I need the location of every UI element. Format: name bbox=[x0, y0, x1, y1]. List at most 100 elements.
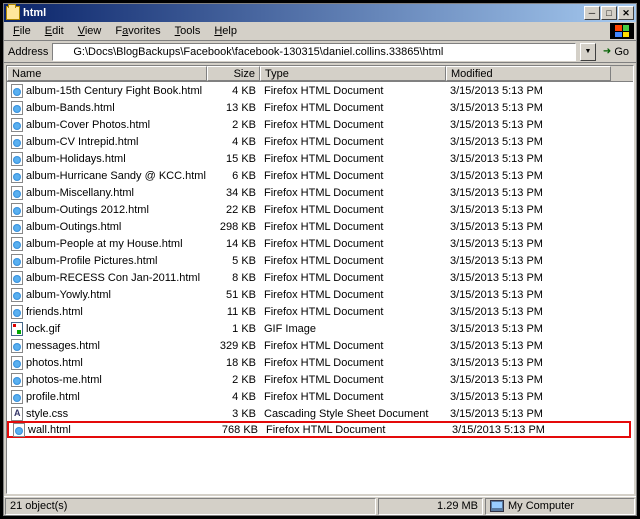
file-name: album-Outings 2012.html bbox=[26, 204, 149, 216]
column-size[interactable]: Size bbox=[207, 66, 260, 81]
file-row[interactable]: album-Cover Photos.html2 KBFirefox HTML … bbox=[7, 116, 633, 133]
file-row[interactable]: album-Outings 2012.html22 KBFirefox HTML… bbox=[7, 201, 633, 218]
file-size: 4 KB bbox=[207, 391, 260, 403]
file-type: Firefox HTML Document bbox=[260, 170, 446, 182]
file-modified: 3/15/2013 5:13 PM bbox=[446, 272, 611, 284]
file-list: Name Size Type Modified album-15th Centu… bbox=[6, 65, 634, 494]
html-file-icon bbox=[11, 186, 23, 200]
address-dropdown-button[interactable]: ▼ bbox=[580, 43, 596, 61]
explorer-window: html ─ □ ✕ File Edit View Favorites Tool… bbox=[3, 3, 637, 516]
menu-edit[interactable]: Edit bbox=[38, 24, 71, 38]
gif-file-icon bbox=[11, 322, 23, 336]
address-toolbar: Address ▼ ➜ Go bbox=[4, 41, 636, 63]
file-type: Firefox HTML Document bbox=[262, 424, 448, 436]
file-size: 298 KB bbox=[207, 221, 260, 233]
menu-file[interactable]: File bbox=[6, 24, 38, 38]
file-row[interactable]: album-15th Century Fight Book.html4 KBFi… bbox=[7, 82, 633, 99]
file-name: album-CV Intrepid.html bbox=[26, 136, 139, 148]
file-modified: 3/15/2013 5:13 PM bbox=[446, 102, 611, 114]
file-name: style.css bbox=[26, 408, 68, 420]
file-name: wall.html bbox=[28, 424, 71, 436]
go-button[interactable]: ➜ Go bbox=[600, 46, 632, 58]
file-size: 6 KB bbox=[207, 170, 260, 182]
file-type: Firefox HTML Document bbox=[260, 357, 446, 369]
maximize-button[interactable]: □ bbox=[601, 6, 617, 20]
file-modified: 3/15/2013 5:13 PM bbox=[446, 323, 611, 335]
file-type: Firefox HTML Document bbox=[260, 136, 446, 148]
titlebar[interactable]: html ─ □ ✕ bbox=[4, 4, 636, 22]
file-modified: 3/15/2013 5:13 PM bbox=[446, 119, 611, 131]
file-name: album-Miscellany.html bbox=[26, 187, 134, 199]
file-row[interactable]: album-Profile Pictures.html 5 KBFirefox H… bbox=[7, 252, 633, 269]
file-row[interactable]: style.css3 KBCascading Style Sheet Docum… bbox=[7, 405, 633, 422]
file-type: Firefox HTML Document bbox=[260, 289, 446, 301]
file-type: Firefox HTML Document bbox=[260, 391, 446, 403]
file-size: 5 KB bbox=[207, 255, 260, 267]
menu-view[interactable]: View bbox=[71, 24, 109, 38]
close-button[interactable]: ✕ bbox=[618, 6, 634, 20]
file-row[interactable]: photos-me.html2 KBFirefox HTML Document3… bbox=[7, 371, 633, 388]
file-row[interactable]: album-People at my House.html14 KBFirefo… bbox=[7, 235, 633, 252]
address-label: Address bbox=[8, 46, 48, 58]
file-size: 2 KB bbox=[207, 119, 260, 131]
file-row[interactable]: album-Miscellany.html34 KBFirefox HTML D… bbox=[7, 184, 633, 201]
html-file-icon bbox=[11, 373, 23, 387]
file-size: 768 KB bbox=[209, 424, 262, 436]
file-row[interactable]: friends.html11 KBFirefox HTML Document3/… bbox=[7, 303, 633, 320]
column-type[interactable]: Type bbox=[260, 66, 446, 81]
file-modified: 3/15/2013 5:13 PM bbox=[446, 153, 611, 165]
file-name: album-People at my House.html bbox=[26, 238, 183, 250]
minimize-button[interactable]: ─ bbox=[584, 6, 600, 20]
file-size: 1 KB bbox=[207, 323, 260, 335]
file-modified: 3/15/2013 5:13 PM bbox=[446, 357, 611, 369]
file-row[interactable]: album-Outings.html298 KBFirefox HTML Doc… bbox=[7, 218, 633, 235]
file-row[interactable]: profile.html4 KBFirefox HTML Document3/1… bbox=[7, 388, 633, 405]
html-file-icon bbox=[11, 356, 23, 370]
status-objects: 21 object(s) bbox=[5, 498, 376, 515]
file-type: Firefox HTML Document bbox=[260, 374, 446, 386]
file-name: friends.html bbox=[26, 306, 83, 318]
address-input[interactable] bbox=[52, 43, 576, 61]
file-row[interactable]: album-Bands.html13 KBFirefox HTML Docume… bbox=[7, 99, 633, 116]
html-file-icon bbox=[11, 135, 23, 149]
windows-logo-icon bbox=[610, 23, 634, 39]
file-name: album-Profile Pictures.html bbox=[26, 255, 157, 267]
file-type: Firefox HTML Document bbox=[260, 204, 446, 216]
menu-help[interactable]: Help bbox=[207, 24, 244, 38]
file-list-body[interactable]: album-15th Century Fight Book.html4 KBFi… bbox=[7, 82, 633, 493]
go-arrow-icon: ➜ bbox=[603, 46, 611, 57]
html-file-icon bbox=[11, 339, 23, 353]
file-modified: 3/15/2013 5:13 PM bbox=[446, 187, 611, 199]
file-size: 11 KB bbox=[207, 306, 260, 318]
file-type: Firefox HTML Document bbox=[260, 306, 446, 318]
column-name[interactable]: Name bbox=[7, 66, 207, 81]
file-name: photos.html bbox=[26, 357, 83, 369]
file-row[interactable]: album-RECESS Con Jan-2011.html8 KBFirefo… bbox=[7, 269, 633, 286]
file-row[interactable]: album-CV Intrepid.html4 KBFirefox HTML D… bbox=[7, 133, 633, 150]
html-file-icon bbox=[11, 169, 23, 183]
file-row[interactable]: album-Yowly.html51 KBFirefox HTML Docume… bbox=[7, 286, 633, 303]
file-name: profile.html bbox=[26, 391, 80, 403]
html-file-icon bbox=[11, 390, 23, 404]
menu-favorites[interactable]: Favorites bbox=[108, 24, 167, 38]
html-file-icon bbox=[11, 203, 23, 217]
file-row[interactable]: wall.html768 KBFirefox HTML Document3/15… bbox=[7, 421, 631, 438]
file-type: Firefox HTML Document bbox=[260, 102, 446, 114]
file-modified: 3/15/2013 5:13 PM bbox=[446, 374, 611, 386]
file-type: Firefox HTML Document bbox=[260, 221, 446, 233]
file-row[interactable]: photos.html18 KBFirefox HTML Document3/1… bbox=[7, 354, 633, 371]
file-type: Firefox HTML Document bbox=[260, 255, 446, 267]
file-row[interactable]: lock.gif1 KBGIF Image3/15/2013 5:13 PM bbox=[7, 320, 633, 337]
html-file-icon bbox=[11, 84, 23, 98]
html-file-icon bbox=[11, 254, 23, 268]
html-file-icon bbox=[11, 101, 23, 115]
column-modified[interactable]: Modified bbox=[446, 66, 611, 81]
file-row[interactable]: album-Hurricane Sandy @ KCC.html6 KBFire… bbox=[7, 167, 633, 184]
status-size: 1.29 MB bbox=[378, 498, 483, 515]
file-size: 329 KB bbox=[207, 340, 260, 352]
file-size: 13 KB bbox=[207, 102, 260, 114]
file-row[interactable]: messages.html329 KBFirefox HTML Document… bbox=[7, 337, 633, 354]
file-row[interactable]: album-Holidays.html15 KBFirefox HTML Doc… bbox=[7, 150, 633, 167]
file-size: 14 KB bbox=[207, 238, 260, 250]
menu-tools[interactable]: Tools bbox=[168, 24, 208, 38]
